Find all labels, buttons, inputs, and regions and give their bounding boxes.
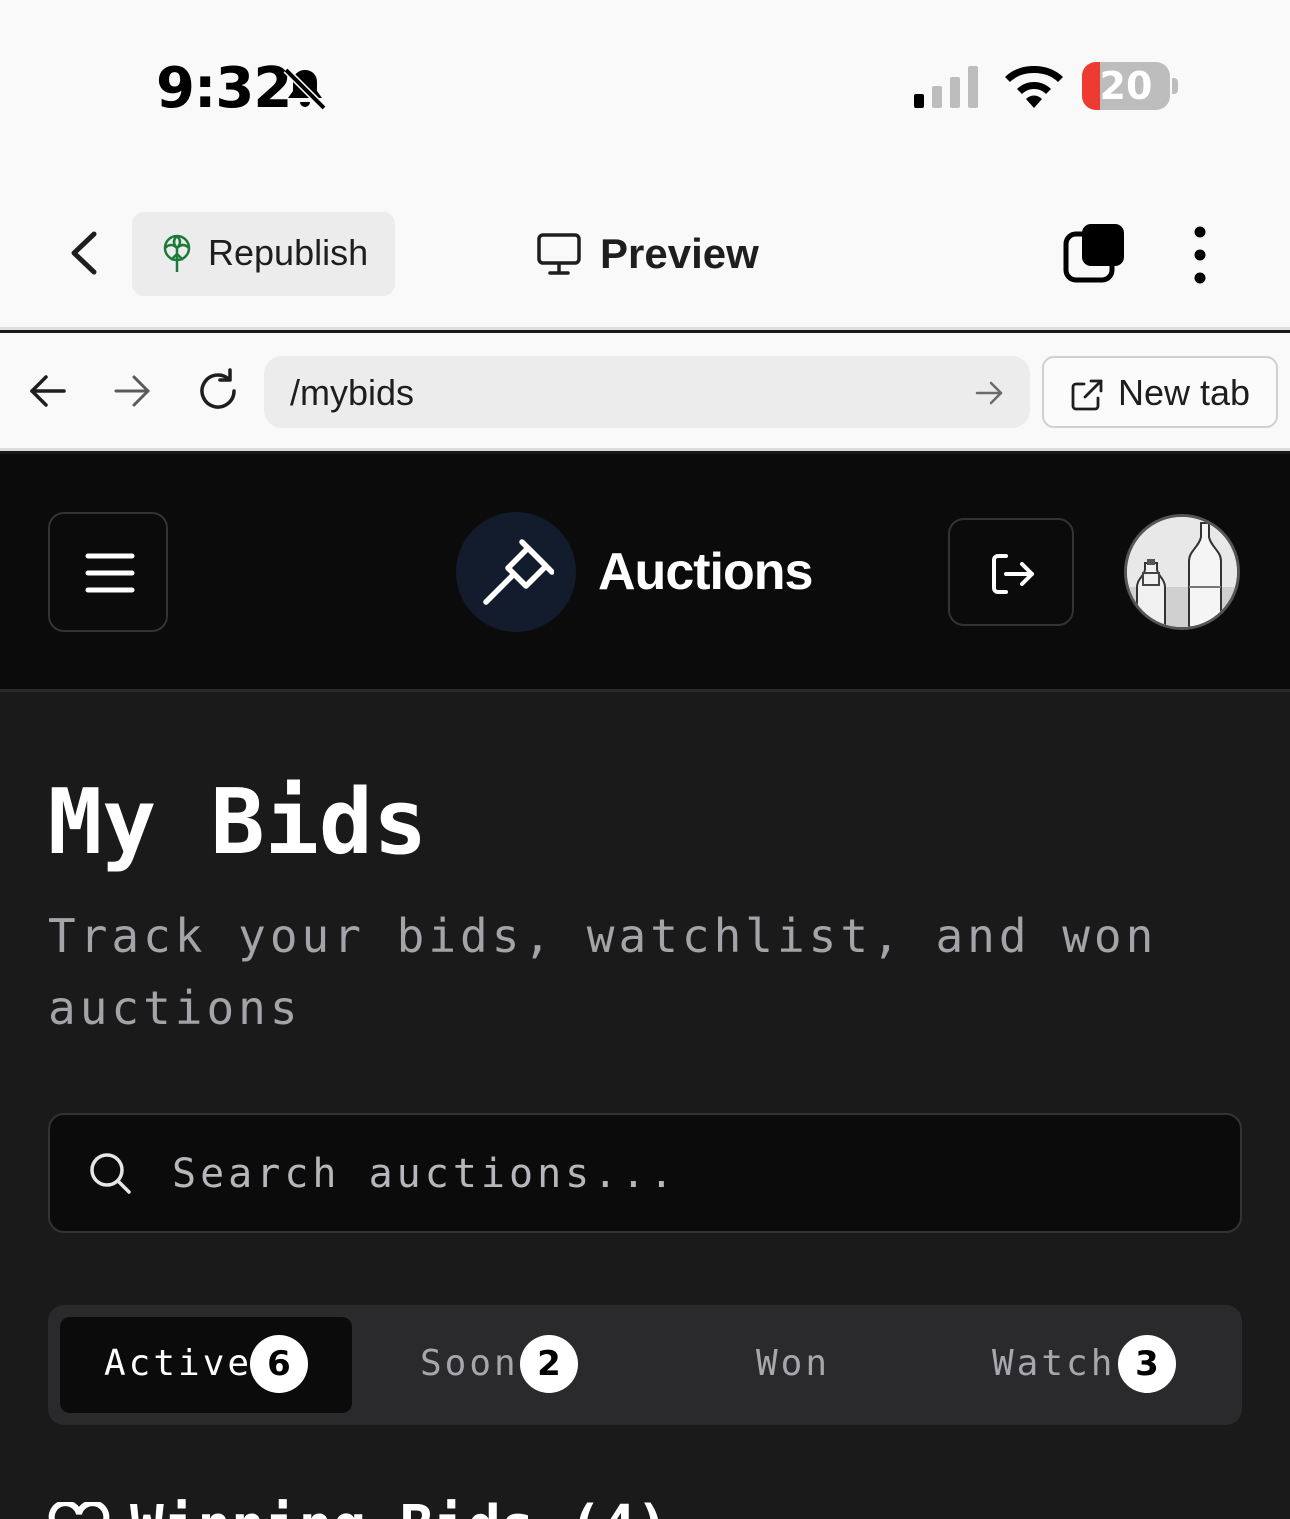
wifi-icon (1005, 66, 1063, 108)
tab-count-badge: 3 (1118, 1335, 1176, 1393)
cellular-signal-icon (914, 66, 978, 108)
tab-label: Soon (420, 1343, 519, 1384)
reload-icon[interactable] (194, 367, 242, 415)
tabs-icon[interactable] (1062, 222, 1126, 286)
monitor-icon (537, 233, 581, 275)
chevron-left-icon[interactable] (60, 228, 110, 278)
new-tab-button[interactable]: New tab (1042, 356, 1278, 428)
new-tab-label: New tab (1118, 372, 1251, 413)
app-header: Auctions (0, 454, 1290, 692)
app-toolbar: Republish Preview (0, 178, 1290, 330)
preview-button[interactable]: Preview (536, 228, 766, 284)
bids-tab-bar: Active 6 Soon 2 Won Watch 3 (48, 1305, 1242, 1425)
heart-icon (48, 1502, 110, 1519)
gavel-icon (483, 539, 554, 605)
brand-logo[interactable] (456, 512, 576, 632)
avatar-image (1127, 517, 1237, 627)
url-text: /mybids (290, 372, 415, 413)
section-heading-text: Winning Bids (4) (130, 1494, 669, 1519)
tab-count-badge: 6 (250, 1335, 308, 1393)
bell-slash-icon (283, 67, 327, 111)
tab-watch[interactable]: Watch 3 (932, 1317, 1230, 1413)
status-bar: 9:32 20 (0, 0, 1290, 178)
page-subtitle: Track your bids, watchlist, and won auct… (48, 909, 1158, 1035)
search-box[interactable] (48, 1113, 1242, 1233)
menu-button[interactable] (48, 512, 168, 632)
tab-won[interactable]: Won (648, 1317, 932, 1413)
go-arrow-icon[interactable] (974, 378, 1004, 408)
preview-label: Preview (600, 230, 759, 277)
tab-active[interactable]: Active 6 (60, 1317, 352, 1413)
republish-button[interactable]: Republish (132, 212, 395, 296)
arrow-right-icon[interactable] (112, 371, 152, 411)
arrow-left-icon[interactable] (28, 371, 68, 411)
external-link-icon (1071, 379, 1103, 411)
logout-button[interactable] (948, 518, 1074, 626)
brand-name[interactable]: Auctions (598, 542, 813, 602)
tab-label: Watch (992, 1343, 1116, 1384)
logout-icon (992, 554, 1034, 594)
search-icon (90, 1153, 131, 1194)
tab-label: Won (756, 1343, 831, 1384)
page-title: My Bids (48, 770, 428, 875)
avatar[interactable] (1124, 514, 1240, 630)
tab-count-badge: 2 (520, 1335, 578, 1393)
tab-label: Active (104, 1343, 253, 1384)
more-vertical-icon[interactable] (1184, 224, 1216, 288)
browser-nav-bar: /mybids New tab (0, 333, 1290, 451)
status-time: 9:32 (156, 56, 292, 121)
republish-label: Republish (208, 232, 369, 273)
battery-percent: 20 (1099, 64, 1153, 108)
battery-icon: 20 (1082, 62, 1178, 110)
menu-icon (85, 553, 135, 593)
tab-soon[interactable]: Soon 2 (352, 1317, 648, 1413)
url-bar[interactable]: /mybids (264, 356, 1030, 428)
palm-tree-icon (163, 234, 191, 272)
search-input[interactable] (172, 1135, 1212, 1213)
